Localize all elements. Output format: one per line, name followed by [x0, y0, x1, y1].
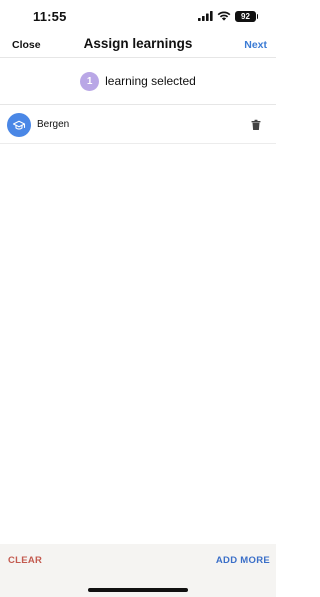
- selection-summary: 1 learning selected: [0, 58, 276, 105]
- status-time: 11:55: [33, 9, 67, 24]
- selected-count-badge: 1: [80, 71, 100, 91]
- footer-bar: CLEAR ADD MORE: [0, 544, 276, 597]
- signal-icon: [198, 11, 213, 21]
- battery-icon: 92: [235, 10, 258, 22]
- graduation-cap-icon: [7, 113, 31, 137]
- trash-icon[interactable]: [250, 119, 262, 131]
- list-item-label: Bergen: [37, 119, 70, 130]
- list-item[interactable]: Bergen: [0, 105, 276, 144]
- wifi-icon: [217, 11, 231, 21]
- selection-label: learning selected: [105, 74, 196, 88]
- page-title: Assign learnings: [83, 36, 193, 51]
- next-button[interactable]: Next: [244, 39, 267, 51]
- battery-level: 92: [241, 11, 250, 21]
- add-more-button[interactable]: ADD MORE: [216, 555, 270, 566]
- status-bar: 11:55 92: [0, 0, 276, 30]
- home-indicator[interactable]: [88, 588, 188, 592]
- status-icons: 92: [198, 10, 258, 22]
- clear-button[interactable]: CLEAR: [8, 555, 42, 566]
- navigation-bar: Close Assign learnings Next: [0, 30, 276, 58]
